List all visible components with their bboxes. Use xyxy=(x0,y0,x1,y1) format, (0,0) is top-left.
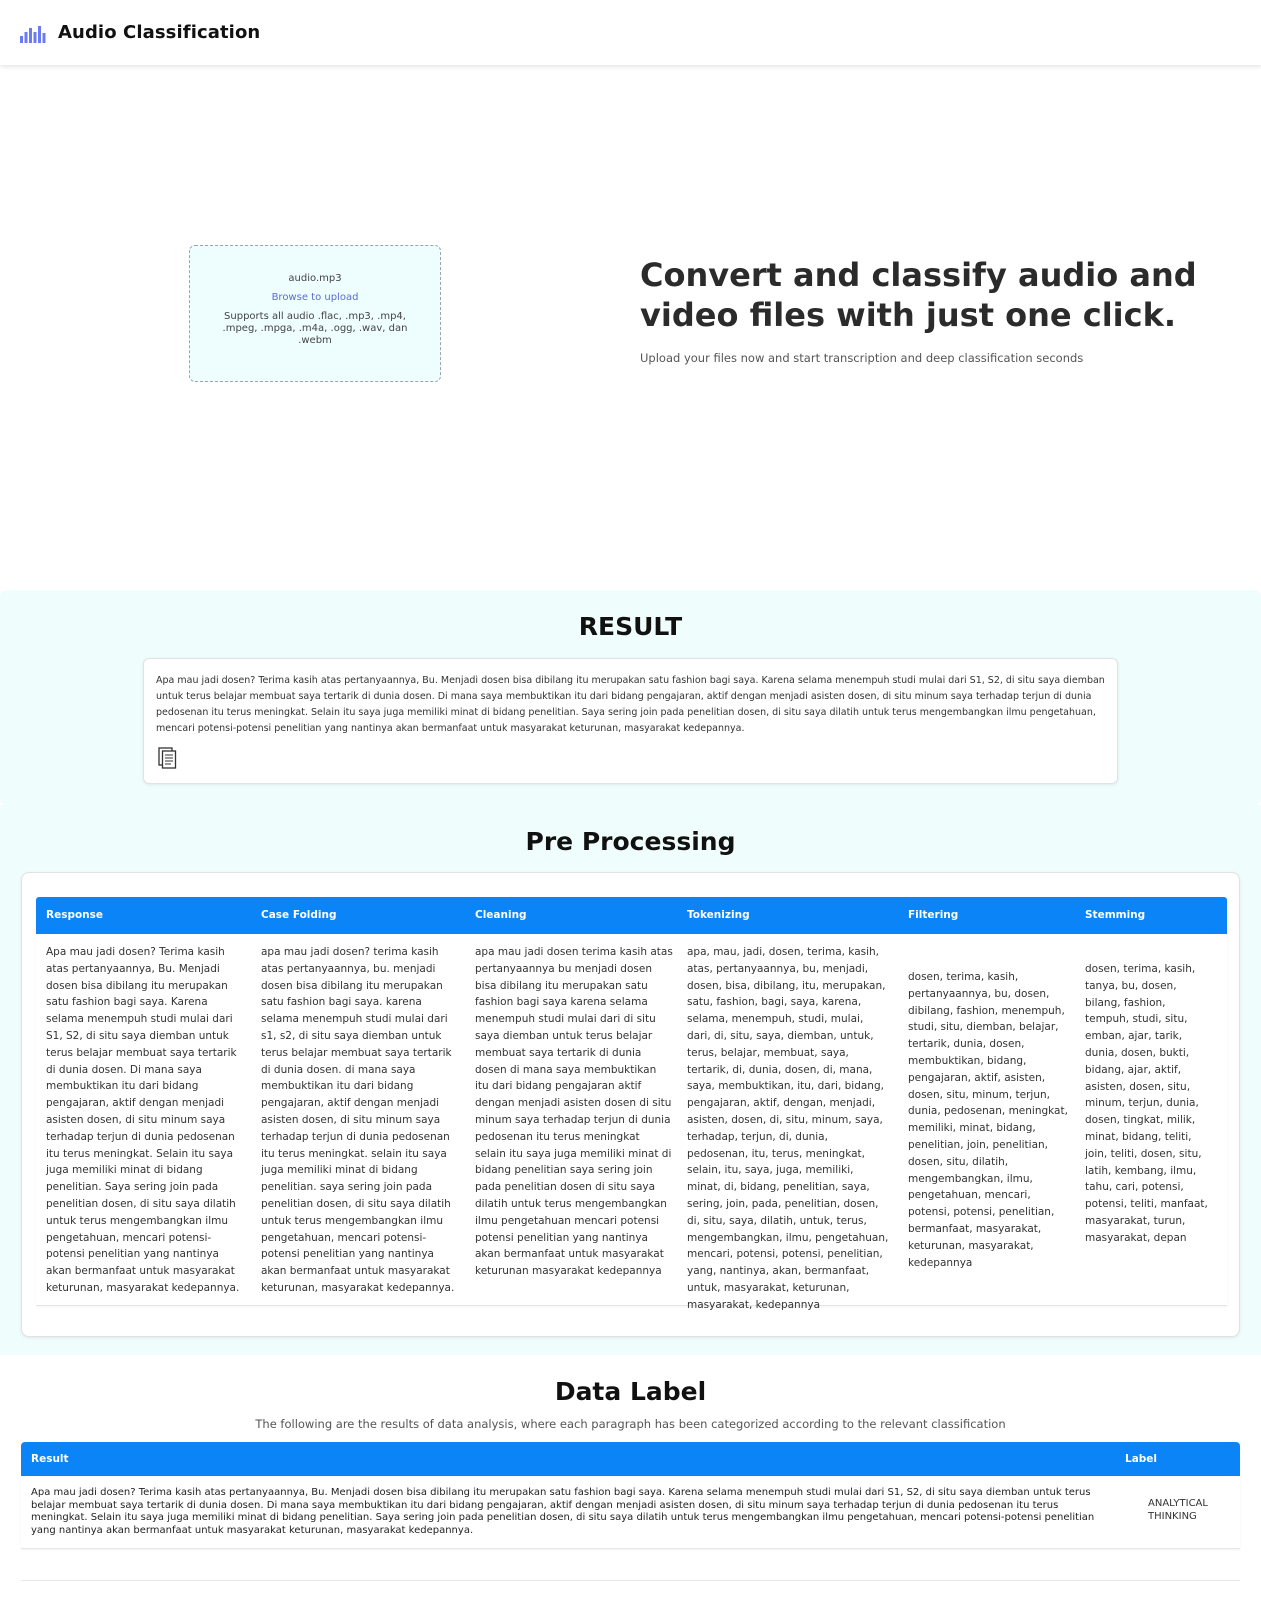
cell-filtering: dosen, terima, kasih, pertanyaannya, bu,… xyxy=(908,971,1068,1269)
column-header-cleaning: Cleaning xyxy=(475,909,527,921)
preprocessing-table-header: Response Case Folding Cleaning Tokenizin… xyxy=(36,897,1227,934)
result-transcript-text: Apa mau jadi dosen? Terima kasih atas pe… xyxy=(156,675,1105,734)
cell-stemming: dosen, terima, kasih, tanya, bu, dosen, … xyxy=(1085,963,1208,1244)
result-title: RESULT xyxy=(578,612,683,641)
upload-filename: audio.mp3 xyxy=(288,273,342,284)
cell-tokenizing: apa, mau, jadi, dosen, terima, kasih, at… xyxy=(687,946,889,1311)
app-title: Audio Classification xyxy=(58,22,261,43)
result-section: RESULT Apa mau jadi dosen? Terima kasih … xyxy=(0,590,1261,805)
column-header-case-folding: Case Folding xyxy=(261,909,337,921)
preprocessing-title: Pre Processing xyxy=(525,827,736,856)
upload-dropzone[interactable]: audio.mp3 Browse to upload Supports all … xyxy=(189,245,441,382)
data-label-section: Data Label The following are the results… xyxy=(0,1355,1261,1600)
result-card: Apa mau jadi dosen? Terima kasih atas pe… xyxy=(143,658,1118,784)
supported-formats-text: Supports all audio .flac, .mp3, .mp4, .m… xyxy=(222,311,408,346)
table-row: Apa mau jadi dosen? Terima kasih atas pe… xyxy=(36,934,1227,1311)
data-label-table-header: Result Label xyxy=(21,1442,1240,1476)
cell-result: Apa mau jadi dosen? Terima kasih atas pe… xyxy=(31,1487,1095,1536)
data-label-subtitle: The following are the results of data an… xyxy=(255,1417,1006,1431)
copy-icon[interactable] xyxy=(158,747,177,769)
preprocessing-section: Pre Processing Response Case Folding Cle… xyxy=(0,805,1261,1355)
app-header: Audio Classification xyxy=(0,0,1261,65)
browse-to-upload-link[interactable]: Browse to upload xyxy=(190,292,440,303)
cell-case-folding: apa mau jadi dosen? terima kasih atas pe… xyxy=(261,946,455,1294)
hero-section: audio.mp3 Browse to upload Supports all … xyxy=(0,65,1261,590)
cell-cleaning: apa mau jadi dosen terima kasih atas per… xyxy=(475,946,673,1278)
column-header-result: Result xyxy=(31,1453,69,1465)
column-header-label: Label xyxy=(1125,1453,1158,1465)
column-header-tokenizing: Tokenizing xyxy=(687,909,750,921)
hero-heading: Convert and classify audio and video fil… xyxy=(640,256,1197,334)
cell-label: ANALYTICAL THINKING xyxy=(1148,1498,1208,1522)
preprocessing-card: Response Case Folding Cleaning Tokenizin… xyxy=(21,872,1240,1337)
data-label-title: Data Label xyxy=(554,1377,707,1406)
hero-subheading: Upload your files now and start transcri… xyxy=(640,351,1084,365)
table-row: Apa mau jadi dosen? Terima kasih atas pe… xyxy=(21,1476,1240,1549)
column-header-response: Response xyxy=(46,909,104,921)
column-header-stemming: Stemming xyxy=(1085,909,1146,921)
cell-response: Apa mau jadi dosen? Terima kasih atas pe… xyxy=(46,946,240,1294)
divider xyxy=(21,1580,1240,1581)
audio-bars-icon xyxy=(20,25,46,43)
column-header-filtering: Filtering xyxy=(908,909,959,921)
